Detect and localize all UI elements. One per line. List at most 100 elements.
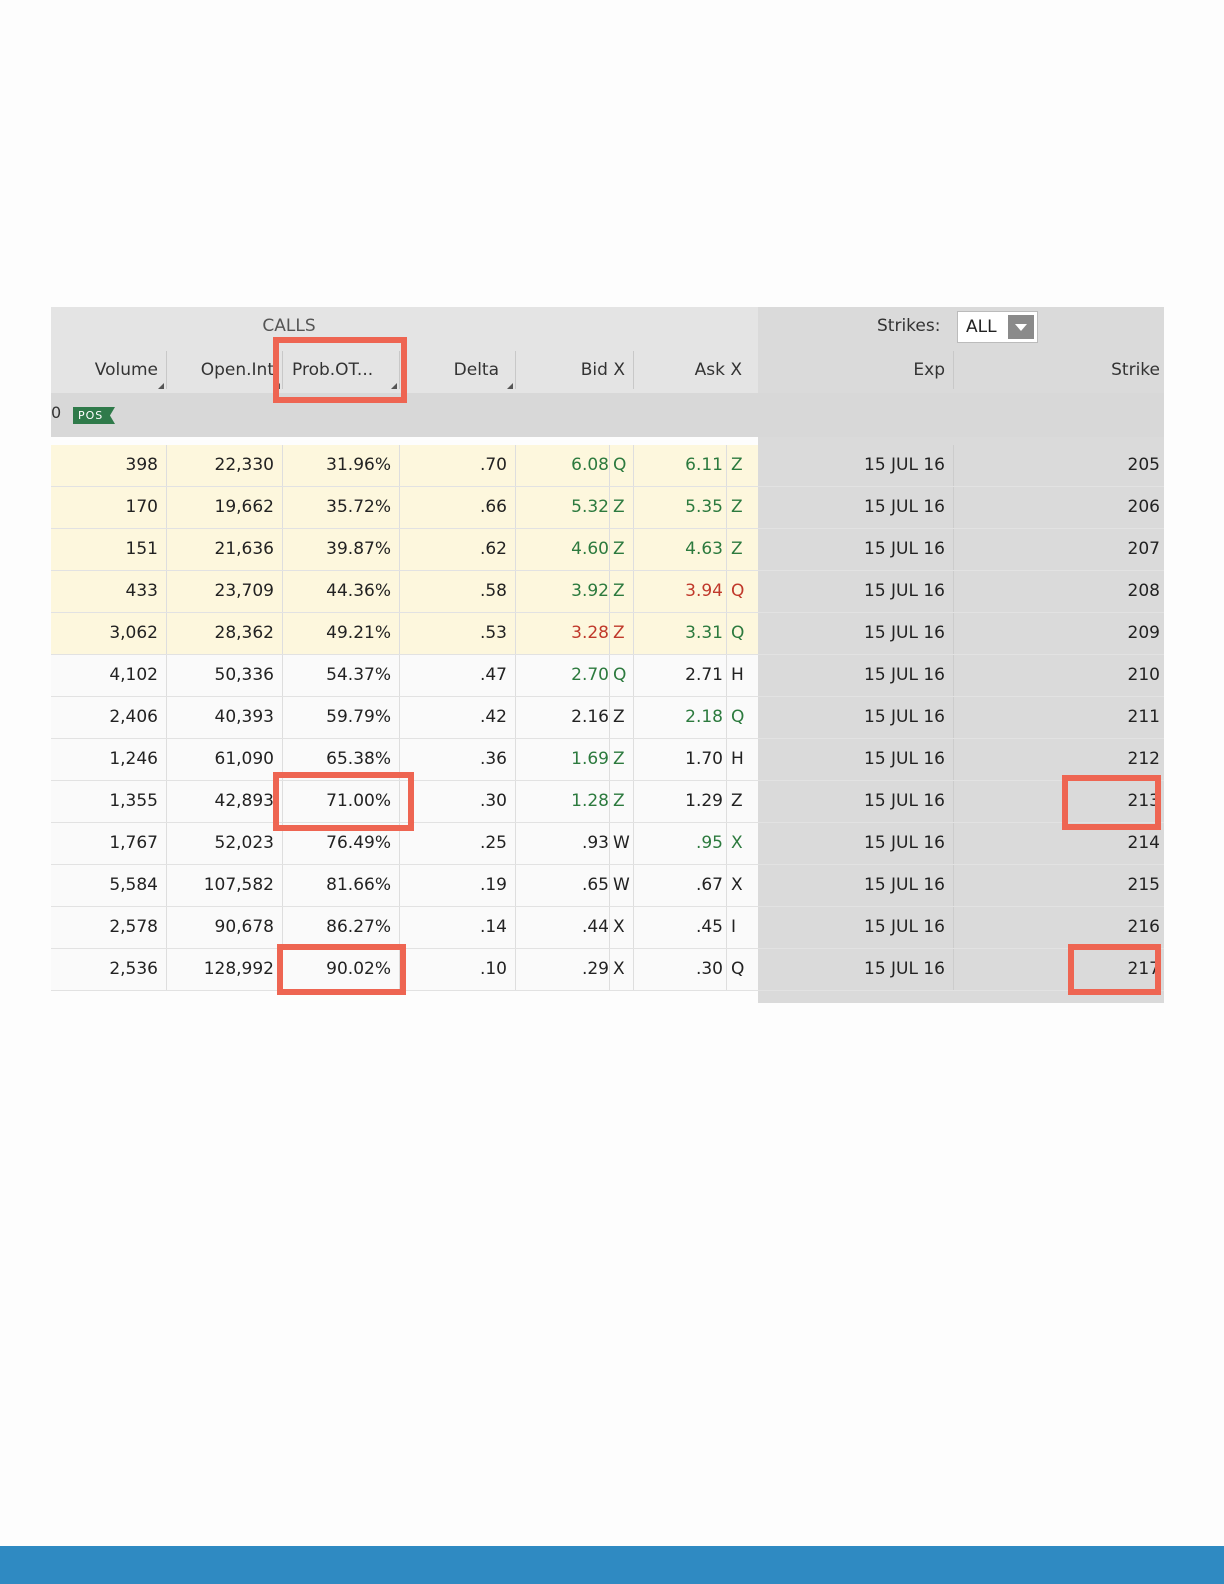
ask-cell[interactable]: .45: [633, 907, 723, 948]
delta-cell[interactable]: .25: [399, 823, 515, 864]
column-header-ask[interactable]: Ask X: [633, 347, 750, 393]
volume-cell[interactable]: 170: [51, 487, 166, 528]
open-int-cell[interactable]: 50,336: [166, 655, 282, 696]
bid-cell[interactable]: 1.69: [515, 739, 609, 780]
bid-cell[interactable]: .29: [515, 949, 609, 990]
bid-cell[interactable]: 3.28: [515, 613, 609, 654]
strike-cell[interactable]: 215: [953, 865, 1164, 906]
delta-cell[interactable]: .42: [399, 697, 515, 738]
strike-cell[interactable]: 207: [953, 529, 1164, 570]
table-row[interactable]: 2,578 90,678 86.27% .14.44 X .45 I 15 JUL 16 216: [51, 907, 1164, 949]
open-int-cell[interactable]: 40,393: [166, 697, 282, 738]
open-int-cell[interactable]: 52,023: [166, 823, 282, 864]
bid-cell[interactable]: .44: [515, 907, 609, 948]
ask-cell[interactable]: .95: [633, 823, 723, 864]
exp-cell[interactable]: 15 JUL 16: [758, 823, 953, 864]
bid-cell[interactable]: .93: [515, 823, 609, 864]
delta-cell[interactable]: .36: [399, 739, 515, 780]
exp-cell[interactable]: 15 JUL 16: [758, 697, 953, 738]
prob-otm-cell[interactable]: 86.27%: [282, 907, 399, 948]
open-int-cell[interactable]: 22,330: [166, 445, 282, 486]
volume-cell[interactable]: 2,536: [51, 949, 166, 990]
ask-cell[interactable]: 1.70: [633, 739, 723, 780]
open-int-cell[interactable]: 19,662: [166, 487, 282, 528]
table-row[interactable]: 4,102 50,336 54.37% .47 2.70 Q 2.71 H 15 JUL 16 2…: [51, 655, 1164, 697]
open-int-cell[interactable]: 128,992: [166, 949, 282, 990]
exp-cell[interactable]: 15 JUL 16: [758, 655, 953, 696]
ask-cell[interactable]: .30: [633, 949, 723, 990]
delta-cell[interactable]: .30: [399, 781, 515, 822]
column-header-open-int[interactable]: Open.Int: [166, 347, 282, 393]
bid-cell[interactable]: 4.60: [515, 529, 609, 570]
exp-cell[interactable]: 15 JUL 16: [758, 739, 953, 780]
exp-cell[interactable]: 15 JUL 16: [758, 781, 953, 822]
volume-cell[interactable]: 1,767: [51, 823, 166, 864]
prob-otm-cell[interactable]: 44.36%: [282, 571, 399, 612]
exp-cell[interactable]: 15 JUL 16: [758, 487, 953, 528]
table-row[interactable]: 2,406 40,393 59.79% .42 2.16 Z 2.18 Q 15 JUL 16 2…: [51, 697, 1164, 739]
strike-cell[interactable]: 209: [953, 613, 1164, 654]
strikes-dropdown[interactable]: ALL: [957, 311, 1038, 343]
pos-badge[interactable]: POS: [73, 407, 115, 424]
ask-cell[interactable]: 1.29: [633, 781, 723, 822]
prob-otm-cell[interactable]: 31.96%: [282, 445, 399, 486]
bid-cell[interactable]: 2.16: [515, 697, 609, 738]
column-header-strike[interactable]: Strike: [953, 347, 1164, 393]
chevron-down-icon[interactable]: [1008, 315, 1034, 339]
ask-cell[interactable]: 2.71: [633, 655, 723, 696]
delta-cell[interactable]: .19: [399, 865, 515, 906]
open-int-cell[interactable]: 107,582: [166, 865, 282, 906]
volume-cell[interactable]: 433: [51, 571, 166, 612]
table-row[interactable]: 3,062 28,362 49.21% .53 3.28 Z 3.31 Q 15 JUL 16 2…: [51, 613, 1164, 655]
delta-cell[interactable]: .70: [399, 445, 515, 486]
bid-cell[interactable]: 6.08: [515, 445, 609, 486]
ask-cell[interactable]: 4.63: [633, 529, 723, 570]
strike-cell[interactable]: 206: [953, 487, 1164, 528]
strike-cell[interactable]: 205: [953, 445, 1164, 486]
table-row[interactable]: 151 21,636 39.87% .62 4.60 Z 4.63 Z 15 JUL 16 207: [51, 529, 1164, 571]
volume-cell[interactable]: 4,102: [51, 655, 166, 696]
bid-cell[interactable]: 2.70: [515, 655, 609, 696]
volume-cell[interactable]: 1,246: [51, 739, 166, 780]
exp-cell[interactable]: 15 JUL 16: [758, 949, 953, 990]
exp-cell[interactable]: 15 JUL 16: [758, 571, 953, 612]
table-row[interactable]: 2,536 128,992 90.02% .10.29 X .30 Q 15 JUL 16 21…: [51, 949, 1164, 991]
open-int-cell[interactable]: 21,636: [166, 529, 282, 570]
prob-otm-cell[interactable]: 59.79%: [282, 697, 399, 738]
delta-cell[interactable]: .58: [399, 571, 515, 612]
bid-cell[interactable]: .65: [515, 865, 609, 906]
volume-cell[interactable]: 398: [51, 445, 166, 486]
volume-cell[interactable]: 151: [51, 529, 166, 570]
table-row[interactable]: 1,355 42,893 71.00% .30 1.28 Z 1.29 Z 15 JUL 16 2…: [51, 781, 1164, 823]
table-row[interactable]: 398 22,330 31.96% .70 6.08 Q 6.11 Z 15 JUL 16 205: [51, 445, 1164, 487]
column-header-delta[interactable]: Delta: [399, 347, 515, 393]
bid-cell[interactable]: 1.28: [515, 781, 609, 822]
table-row[interactable]: 170 19,662 35.72% .66 5.32 Z 5.35 Z 15 JUL 16 206: [51, 487, 1164, 529]
delta-cell[interactable]: .66: [399, 487, 515, 528]
ask-cell[interactable]: 3.94: [633, 571, 723, 612]
exp-cell[interactable]: 15 JUL 16: [758, 445, 953, 486]
column-header-exp[interactable]: Exp: [758, 347, 953, 393]
exp-cell[interactable]: 15 JUL 16: [758, 613, 953, 654]
column-header-volume[interactable]: Volume: [51, 347, 166, 393]
table-row[interactable]: 1,767 52,023 76.49% .25.93 W .95 X 15 JUL 16 214: [51, 823, 1164, 865]
delta-cell[interactable]: .47: [399, 655, 515, 696]
prob-otm-cell[interactable]: 81.66%: [282, 865, 399, 906]
prob-otm-cell[interactable]: 35.72%: [282, 487, 399, 528]
open-int-cell[interactable]: 23,709: [166, 571, 282, 612]
volume-cell[interactable]: 1,355: [51, 781, 166, 822]
strike-cell[interactable]: 208: [953, 571, 1164, 612]
prob-otm-cell[interactable]: 54.37%: [282, 655, 399, 696]
exp-cell[interactable]: 15 JUL 16: [758, 529, 953, 570]
open-int-cell[interactable]: 42,893: [166, 781, 282, 822]
volume-cell[interactable]: 2,406: [51, 697, 166, 738]
table-row[interactable]: 433 23,709 44.36% .58 3.92 Z 3.94 Q 15 JUL 16 208: [51, 571, 1164, 613]
table-row[interactable]: 5,584 107,582 81.66% .19.65 W .67 X 15 JUL 16 21…: [51, 865, 1164, 907]
bid-cell[interactable]: 5.32: [515, 487, 609, 528]
delta-cell[interactable]: .10: [399, 949, 515, 990]
ask-cell[interactable]: .67: [633, 865, 723, 906]
delta-cell[interactable]: .62: [399, 529, 515, 570]
ask-cell[interactable]: 5.35: [633, 487, 723, 528]
volume-cell[interactable]: 3,062: [51, 613, 166, 654]
strike-cell[interactable]: 211: [953, 697, 1164, 738]
